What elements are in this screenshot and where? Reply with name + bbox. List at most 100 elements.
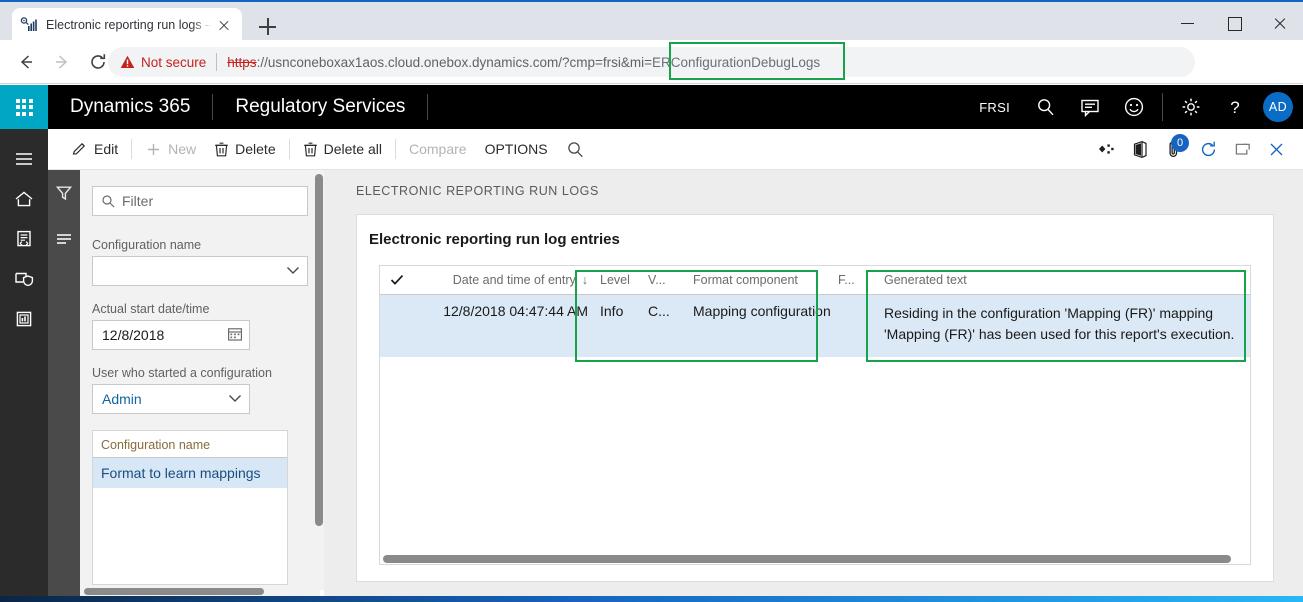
filter-pane-horizontal-scrollbar[interactable] (84, 588, 264, 595)
divider (288, 139, 290, 159)
row-checkbox[interactable] (380, 295, 414, 357)
new-button[interactable]: New (136, 129, 205, 170)
cell-format-component: Mapping configuration (693, 303, 831, 319)
column-header-date-label: Date and time of entry (452, 273, 576, 287)
attachment-icon[interactable]: 0 (1157, 129, 1191, 170)
compare-button[interactable]: Compare (400, 129, 476, 170)
user-value: Admin (102, 391, 142, 407)
url-text: https://usnconeboxax1aos.cloud.onebox.dy… (227, 55, 820, 70)
svg-text:?: ? (1230, 98, 1239, 117)
delete-all-button[interactable]: Delete all (294, 129, 391, 170)
cell-generated-text: Residing in the configuration 'Mapping (… (878, 295, 1250, 357)
dynamics-header: Dynamics 365 Regulatory Services FRSI ? … (0, 85, 1303, 129)
cell-date: 12/8/2018 04:47:44 AM (443, 303, 588, 319)
smiley-icon[interactable] (1112, 85, 1156, 129)
application-window: Electronic reporting run logs -- R Not s… (0, 0, 1303, 602)
navigation-buttons (8, 40, 116, 84)
new-label: New (168, 141, 197, 157)
calendar-icon[interactable] (227, 326, 243, 345)
gear-icon[interactable] (1169, 85, 1213, 129)
avatar[interactable]: AD (1263, 92, 1293, 122)
url-scheme: https (227, 54, 257, 70)
filter-pane-scrollbar-thumb[interactable] (315, 174, 323, 526)
minimize-icon[interactable] (1165, 4, 1211, 42)
url-rest: ://usnconeboxax1aos.cloud.onebox.dynamic… (256, 54, 653, 70)
log-grid: Date and time of entry ↓ Level V... Form… (379, 265, 1251, 565)
grid-scrollbar-thumb[interactable] (383, 555, 1231, 563)
actual-start-date-input[interactable]: 12/8/2018 (92, 320, 250, 350)
column-header-level[interactable]: Level (594, 266, 642, 294)
table-row[interactable]: 12/8/2018 04:47:44 AM Info C... Mapping … (380, 295, 1250, 357)
maximize-icon[interactable] (1211, 4, 1257, 42)
search-icon[interactable] (557, 129, 594, 170)
column-header-date[interactable]: Date and time of entry ↓ (414, 266, 594, 294)
favorites-shield-icon[interactable] (0, 259, 48, 299)
filter-search-input[interactable]: Filter (92, 186, 308, 216)
column-header-generated-text[interactable]: Generated text (878, 266, 1250, 294)
options-button[interactable]: OPTIONS (476, 129, 557, 170)
column-header-f[interactable]: F... (832, 266, 878, 294)
user-input[interactable]: Admin (92, 384, 250, 414)
grid-header-row: Date and time of entry ↓ Level V... Form… (380, 266, 1250, 295)
warning-triangle-icon (120, 55, 135, 69)
module-label[interactable]: Regulatory Services (213, 94, 429, 120)
attachment-badge: 0 (1171, 133, 1189, 152)
search-icon[interactable] (1024, 85, 1068, 129)
filter-icon[interactable] (48, 170, 80, 216)
office-icon[interactable] (1123, 129, 1157, 170)
action-pane: Edit New Delete Delete all Compare OPTIO… (48, 129, 1303, 170)
delete-button[interactable]: Delete (205, 129, 284, 170)
divider (1162, 93, 1163, 121)
company-label: FRSI (979, 99, 1010, 115)
configuration-list-header: Configuration name (93, 431, 287, 458)
divider (131, 139, 133, 159)
personalize-icon[interactable] (1089, 129, 1123, 170)
browser-titlebar: Electronic reporting run logs -- R (0, 0, 1303, 42)
close-icon[interactable] (1257, 4, 1303, 42)
edit-button[interactable]: Edit (62, 129, 127, 170)
recent-document-icon[interactable] (0, 219, 48, 259)
configuration-name-field-group: Configuration name (92, 238, 308, 286)
sort-descending-icon: ↓ (581, 273, 588, 287)
message-icon[interactable] (1068, 85, 1112, 129)
workspace-icon[interactable] (0, 299, 48, 339)
configuration-name-input[interactable] (92, 256, 308, 286)
arrow-right-icon[interactable] (44, 44, 80, 80)
column-header-v[interactable]: V... (642, 266, 687, 294)
help-icon[interactable]: ? (1213, 85, 1257, 129)
popout-icon[interactable] (1225, 129, 1259, 170)
hamburger-menu-icon[interactable] (0, 139, 48, 179)
url-parameter: ERConfigurationDebugLogs (652, 54, 821, 70)
app-launcher-icon[interactable] (0, 85, 48, 129)
refresh-icon[interactable] (1191, 129, 1225, 170)
address-bar[interactable]: Not secure https://usnconeboxax1aos.clou… (108, 47, 1195, 77)
header-actions: FRSI ? AD (979, 85, 1303, 129)
close-icon[interactable] (214, 15, 234, 35)
select-all-checkmark-icon[interactable] (380, 266, 414, 294)
security-status-label: Not secure (141, 54, 207, 70)
main-content: ELECTRONIC REPORTING RUN LOGS Electronic… (324, 170, 1303, 602)
arrow-left-icon[interactable] (8, 44, 44, 80)
navigation-rail (0, 129, 48, 602)
tab-title: Electronic reporting run logs -- R (46, 18, 212, 32)
cell-v: C... (648, 303, 670, 319)
generated-text-value: Residing in the configuration 'Mapping (… (884, 305, 1235, 342)
user-label: User who started a configuration (92, 366, 272, 380)
list-item[interactable]: Format to learn mappings (93, 458, 287, 488)
options-label: OPTIONS (484, 141, 548, 157)
close-icon[interactable] (1259, 129, 1293, 170)
delete-label: Delete (235, 141, 276, 157)
compare-label: Compare (408, 141, 467, 157)
browser-tab[interactable]: Electronic reporting run logs -- R (12, 8, 242, 42)
column-header-format-component[interactable]: Format component (687, 266, 832, 294)
chevron-down-icon (227, 391, 243, 407)
brand-label[interactable]: Dynamics 365 (48, 94, 214, 120)
browser-toolbar: Not secure https://usnconeboxax1aos.clou… (0, 40, 1303, 112)
taskbar-strip (0, 596, 1303, 602)
divider (394, 139, 396, 159)
edit-label: Edit (94, 141, 119, 157)
home-icon[interactable] (0, 179, 48, 219)
configuration-name-label: Configuration name (92, 238, 202, 252)
list-icon[interactable] (48, 216, 80, 262)
new-tab-button[interactable] (256, 15, 280, 39)
